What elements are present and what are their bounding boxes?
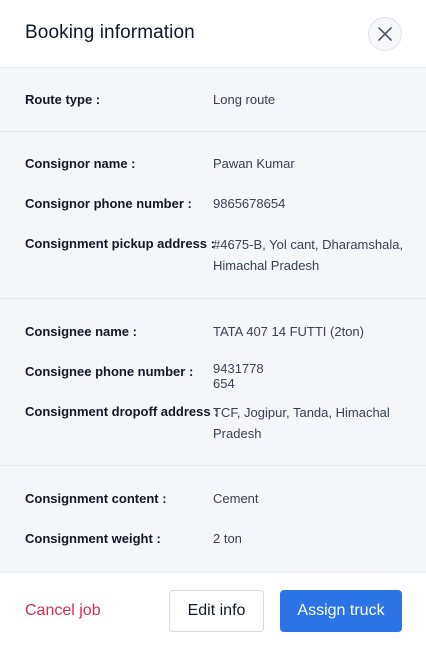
consignor-phone-value: 9865678654 (213, 196, 286, 211)
route-section: Route type : Long route (0, 68, 426, 132)
modal-footer: Cancel job Edit info Assign truck (0, 572, 426, 648)
consignee-name-value: TATA 407 14 FUTTI (2ton) (213, 324, 364, 339)
consignee-phone-value: 9431778 654 (213, 361, 408, 391)
consignment-content-label: Consignment content : (25, 491, 167, 506)
consignee-phone-label: Consignee phone number : (25, 364, 194, 379)
consignment-weight-label: Consignment weight : (25, 531, 161, 546)
consignor-pickup-label: Consignment pickup address : (25, 236, 215, 251)
consignor-name-label: Consignor name : (25, 156, 136, 171)
cancel-job-button[interactable]: Cancel job (25, 602, 101, 620)
booking-details: Route type : Long route Consignor name :… (0, 68, 426, 572)
consignee-section: Consignee name : TATA 407 14 FUTTI (2ton… (0, 299, 426, 466)
consignee-dropoff-value: TCF, Jogipur, Tanda, Himachal Pradesh (213, 405, 390, 441)
consignor-section: Consignor name : Pawan Kumar Consignor p… (0, 132, 426, 299)
modal-title: Booking information (25, 22, 195, 43)
edit-info-button[interactable]: Edit info (169, 590, 264, 632)
consignee-phone-value-line1: 9431778 (213, 361, 264, 376)
consignor-name-value: Pawan Kumar (213, 156, 295, 171)
consignee-dropoff-label: Consignment dropoff address : (25, 404, 219, 419)
consignment-section: Consignment content : Cement Consignment… (0, 466, 426, 572)
modal-header: Booking information (0, 0, 426, 68)
consignor-phone-label: Consignor phone number : (25, 196, 192, 211)
consignee-name-label: Consignee name : (25, 324, 137, 339)
consignee-phone-value-line2: 654 (213, 376, 235, 391)
assign-truck-button[interactable]: Assign truck (280, 590, 402, 632)
close-icon (378, 27, 392, 41)
consignor-pickup-value: #4675-B, Yol cant, Dharamshala, Himachal… (213, 237, 404, 273)
consignment-weight-value: 2 ton (213, 531, 242, 546)
close-button[interactable] (368, 17, 402, 51)
route-type-value: Long route (213, 92, 276, 107)
consignment-content-value: Cement (213, 491, 259, 506)
route-type-label: Route type : (25, 92, 101, 107)
